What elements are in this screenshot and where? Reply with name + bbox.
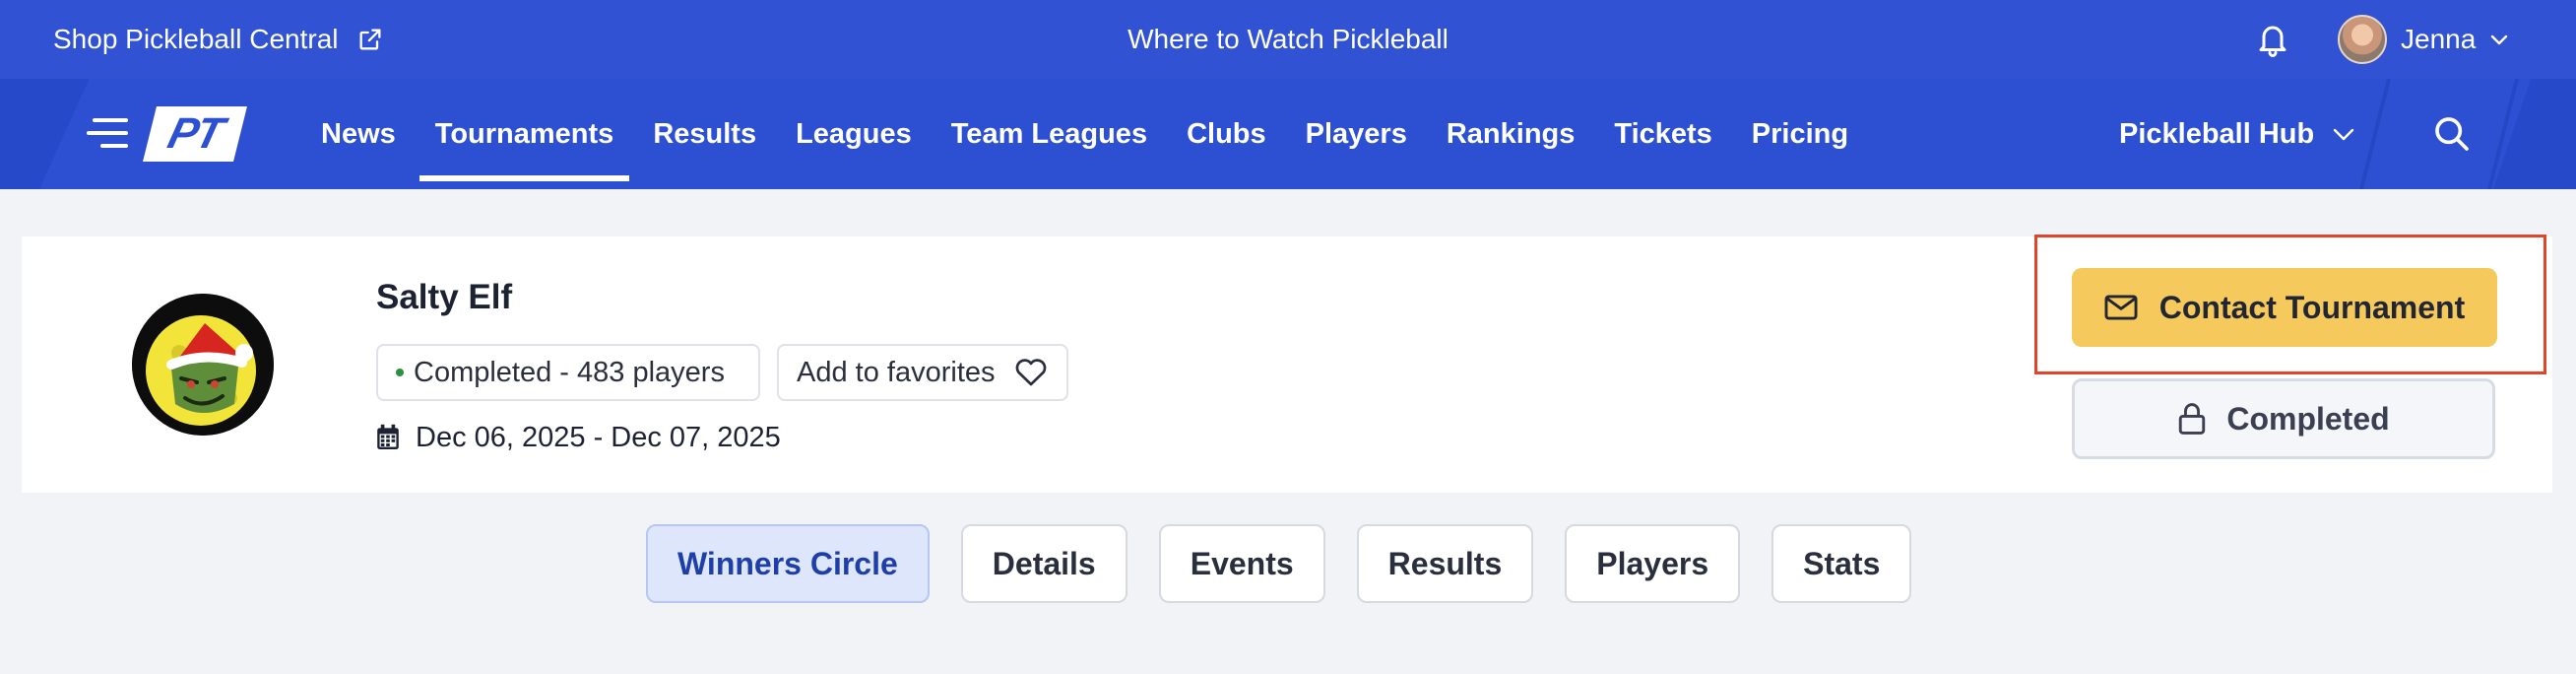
tournament-dates: Dec 06, 2025 - Dec 07, 2025 [376,418,781,457]
nav-item-team-leagues[interactable]: Team Leagues [951,79,1147,189]
grinch-logo-image [132,294,274,436]
tab-details[interactable]: Details [960,524,1127,603]
top-bar: Shop Pickleball Central Where to Watch P… [0,0,2576,79]
status-badge: Completed - 483 players [376,344,760,401]
mail-icon [2104,295,2138,320]
nav-item-tournaments[interactable]: Tournaments [419,79,629,189]
tournament-name: Salty Elf [376,278,513,316]
watch-link[interactable]: Where to Watch Pickleball [1127,24,1449,55]
pickleball-hub-menu[interactable]: Pickleball Hub [2119,79,2355,189]
status-text: Completed - 483 players [414,356,725,388]
tab-results[interactable]: Results [1356,524,1534,603]
user-name: Jenna [2401,24,2477,54]
status-dot [396,369,404,376]
external-link-icon [359,29,380,50]
tab-events[interactable]: Events [1158,524,1325,603]
add-to-favorites-button[interactable]: Add to favorites [777,344,1068,401]
nav-item-news[interactable]: News [321,79,396,189]
nav-item-clubs[interactable]: Clubs [1187,79,1266,189]
calendar-icon [377,424,399,449]
chevron-down-icon [2491,34,2508,45]
notifications-button[interactable] [2255,20,2290,59]
nav-items: News Tournaments Results Leagues Team Le… [321,79,1888,189]
search-button[interactable] [2432,114,2472,154]
tab-players[interactable]: Players [1565,524,1741,603]
watch-link-wrap: Where to Watch Pickleball [0,0,2576,79]
pickleball-hub-label: Pickleball Hub [2119,117,2315,150]
nav-item-leagues[interactable]: Leagues [796,79,912,189]
shop-link[interactable]: Shop Pickleball Central [53,0,384,79]
menu-icon-bar [93,118,128,122]
nav-item-players[interactable]: Players [1306,79,1407,189]
menu-button[interactable] [87,116,128,150]
chevron-down-icon [2334,128,2354,141]
completed-button[interactable]: Completed [2072,378,2495,459]
nav-item-pricing[interactable]: Pricing [1752,79,1848,189]
avatar [2338,15,2387,64]
nav-item-tickets[interactable]: Tickets [1614,79,1711,189]
menu-icon-bar [87,131,128,135]
logo-text: PT [162,109,227,158]
contact-tournament-button[interactable]: Contact Tournament [2072,268,2497,347]
bell-icon [2259,26,2286,57]
tab-winners-circle[interactable]: Winners Circle [646,524,930,603]
tournament-dates-text: Dec 06, 2025 - Dec 07, 2025 [416,421,781,453]
tab-stats[interactable]: Stats [1771,524,1912,603]
contact-tournament-label: Contact Tournament [2158,289,2466,325]
logo[interactable]: PT [143,106,247,162]
menu-icon-bar [100,144,128,148]
search-icon [2435,117,2469,151]
tournament-tabs: Winners Circle Details Events Results Pl… [646,524,1912,603]
nav-item-rankings[interactable]: Rankings [1447,79,1576,189]
add-to-favorites-label: Add to favorites [797,356,996,388]
shop-link-label: Shop Pickleball Central [53,24,339,54]
main-nav: PT News Tournaments Results Leagues Team… [0,79,2576,189]
tournament-logo [132,294,274,436]
heart-icon [1015,359,1046,386]
user-menu[interactable]: Jenna [2338,14,2509,65]
nav-item-results[interactable]: Results [653,79,756,189]
completed-label: Completed [2226,400,2390,437]
lock-icon [2179,403,2206,435]
